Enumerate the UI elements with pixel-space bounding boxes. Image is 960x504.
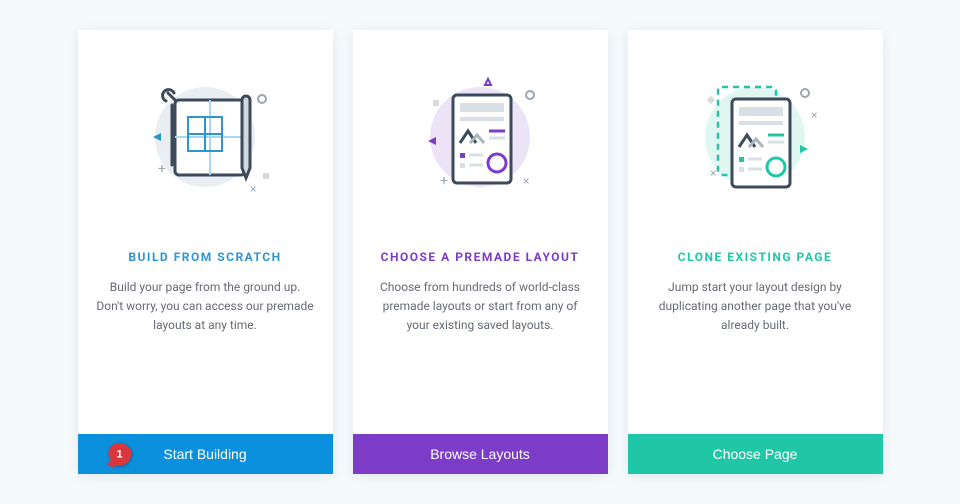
card-title: BUILD FROM SCRATCH — [90, 250, 321, 264]
button-label: Browse Layouts — [430, 446, 530, 462]
illustration-build-from-scratch: + × — [78, 30, 333, 230]
card-clone-page: × × CLONE EXISTING PAGE Jump start your … — [628, 30, 883, 474]
start-building-button[interactable]: 1 Start Building — [78, 434, 333, 474]
card-desc: Build your page from the ground up. Don'… — [96, 278, 315, 336]
svg-text:×: × — [811, 108, 817, 122]
browse-layouts-button[interactable]: Browse Layouts — [353, 434, 608, 474]
svg-text:×: × — [710, 166, 716, 180]
button-label: Start Building — [163, 446, 246, 462]
annotation-marker: 1 — [103, 438, 136, 471]
choose-page-button[interactable]: Choose Page — [628, 434, 883, 474]
card-row: + × BUILD FROM SCRATCH Build your page f… — [0, 0, 960, 474]
card-desc: Choose from hundreds of world-class prem… — [371, 278, 590, 336]
svg-text:×: × — [250, 182, 256, 196]
svg-text:+: + — [440, 173, 448, 189]
card-title: CLONE EXISTING PAGE — [640, 250, 871, 264]
svg-text:×: × — [523, 174, 529, 188]
card-build-from-scratch: + × BUILD FROM SCRATCH Build your page f… — [78, 30, 333, 474]
illustration-premade-layout: × + — [353, 30, 608, 230]
annotation-number: 1 — [116, 448, 122, 460]
card-desc: Jump start your layout design by duplica… — [646, 278, 865, 336]
button-label: Choose Page — [713, 446, 798, 462]
svg-text:+: + — [158, 161, 166, 177]
illustration-clone-page: × × — [628, 30, 883, 230]
card-title: CHOOSE A PREMADE LAYOUT — [365, 250, 596, 264]
card-premade-layout: × + CHOOSE A PREMADE LAYOUT Choose from … — [353, 30, 608, 474]
